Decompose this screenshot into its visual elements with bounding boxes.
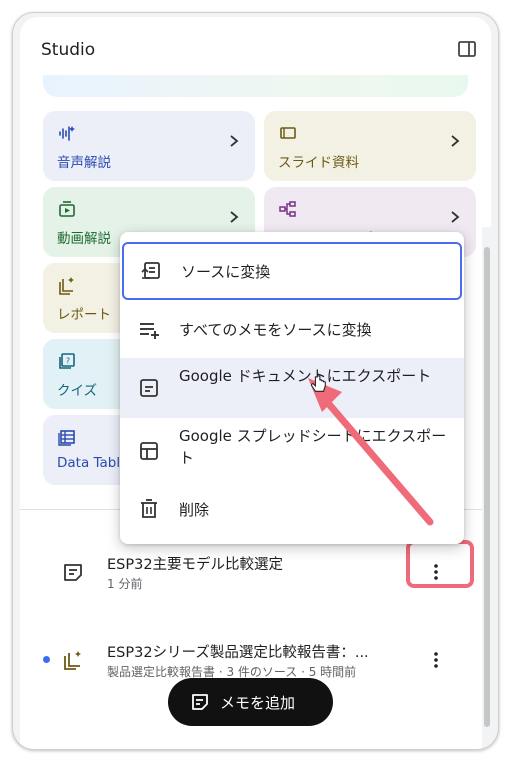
menu-item-export-google-docs[interactable]: Google ドキュメントにエクスポート — [120, 358, 464, 418]
generated-content-strip — [43, 75, 468, 97]
google-docs-icon — [140, 379, 158, 397]
note-icon — [64, 564, 82, 581]
tile-label: Data Table — [57, 455, 129, 471]
svg-text:?: ? — [66, 357, 70, 366]
list-add-icon — [140, 323, 159, 339]
side-panel-icon[interactable] — [457, 39, 477, 59]
tile-label: クイズ — [57, 383, 98, 399]
menu-item-delete[interactable]: 削除 — [120, 484, 464, 536]
menu-item-convert-to-source[interactable]: ソースに変換 — [122, 242, 462, 300]
menu-item-label: 削除 — [179, 501, 210, 519]
menu-item-export-google-sheets[interactable]: Google スプレッドシートにエクスポート — [120, 420, 464, 482]
scrollbar-track[interactable] — [482, 227, 491, 749]
report-icon — [59, 277, 74, 295]
add-note-button[interactable]: メモを追加 — [168, 678, 333, 726]
panel-title: Studio — [41, 40, 96, 60]
tile-label: スライド資料 — [278, 155, 359, 171]
more-vert-icon[interactable] — [425, 649, 447, 671]
scrollbar-thumb[interactable] — [484, 247, 490, 727]
tile-audio-overview[interactable]: 音声解説 — [43, 111, 255, 181]
video-icon — [59, 201, 75, 217]
audio-waveform-icon — [59, 126, 75, 141]
chevron-right-icon — [451, 135, 460, 147]
chevron-right-icon — [451, 211, 460, 223]
unread-dot — [43, 656, 50, 663]
chevron-right-icon — [230, 211, 239, 223]
note-context-menu: ソースに変換 すべてのメモをソースに変換 Google ドキュメントにエクスポー… — [120, 232, 464, 544]
menu-item-label: ソースに変換 — [181, 263, 271, 281]
slides-icon — [280, 127, 296, 139]
note-icon — [192, 694, 208, 710]
chevron-right-icon — [230, 135, 239, 147]
quiz-icon: ? — [59, 353, 75, 369]
annotation-highlight-box — [406, 540, 474, 588]
report-icon — [64, 651, 81, 670]
note-timestamp: 1 分前 — [107, 577, 143, 591]
table-icon — [58, 430, 75, 446]
note-title: ESP32シリーズ製品選定比較報告書：... — [107, 645, 369, 661]
hand-cursor-icon — [311, 375, 326, 392]
google-sheets-icon — [140, 442, 158, 460]
tile-label: 動画解説 — [57, 231, 111, 247]
menu-item-label: すべてのメモをソースに変換 — [179, 321, 372, 339]
trash-icon — [141, 499, 157, 518]
menu-item-convert-all-notes[interactable]: すべてのメモをソースに変換 — [120, 304, 464, 356]
add-note-label: メモを追加 — [220, 694, 296, 712]
tile-label: レポート — [57, 307, 111, 323]
screenshot-frame: Studio 音声解説 スライド資料 動画解説 レポート ? クイズ Data … — [0, 0, 511, 762]
mind-map-icon — [279, 201, 296, 217]
panel-header: Studio — [20, 17, 491, 79]
note-title: ESP32主要モデル比較選定 — [107, 557, 284, 573]
menu-item-label: Google スプレッドシートにエクスポート — [179, 427, 447, 467]
convert-source-icon — [141, 262, 160, 279]
tile-label: 音声解説 — [57, 155, 111, 171]
tile-slides[interactable]: スライド資料 — [264, 111, 476, 181]
